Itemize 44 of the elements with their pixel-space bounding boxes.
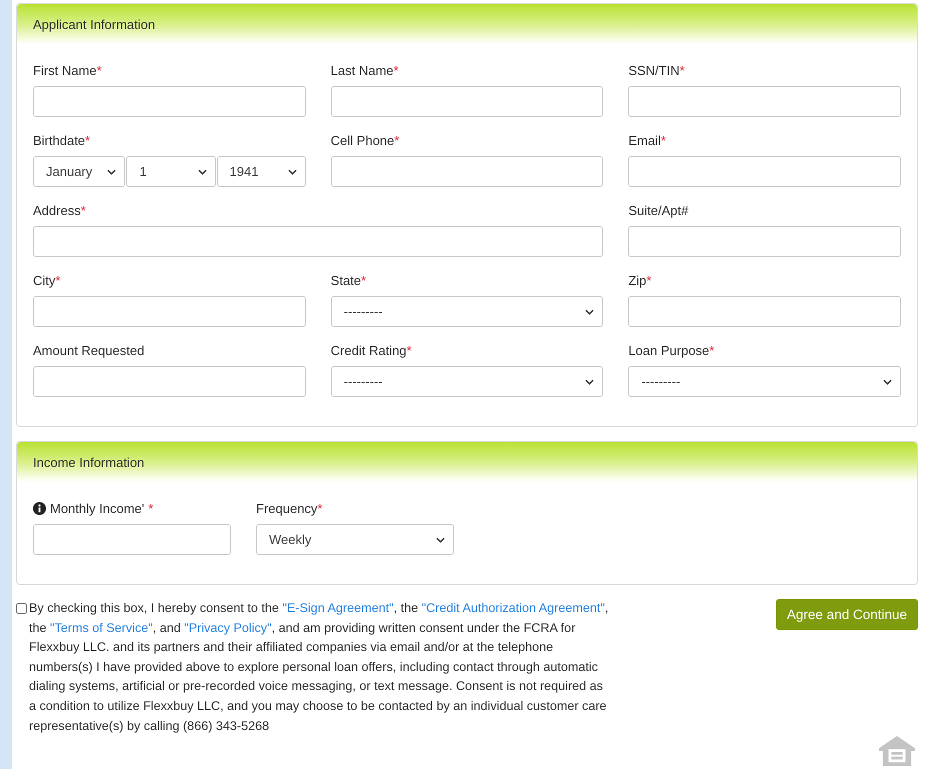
required-mark: *: [85, 132, 90, 148]
select-field[interactable]: 1: [126, 156, 216, 187]
agreement-link[interactable]: "E-Sign Agreement": [282, 601, 394, 615]
field-label: City: [33, 272, 56, 288]
field-label: Address: [33, 202, 81, 218]
required-mark: *: [96, 62, 102, 78]
agreement-link[interactable]: "Credit Authorization Agreement": [422, 601, 605, 615]
field-label: Monthly Income': [50, 500, 144, 516]
select-field[interactable]: Weekly: [256, 524, 454, 555]
field-label: SSN/TIN: [628, 62, 680, 78]
select-field[interactable]: ---------: [330, 366, 604, 397]
required-mark: *: [646, 272, 652, 288]
required-mark: *: [406, 342, 412, 358]
required-mark: *: [148, 500, 154, 516]
field-label: First Name: [33, 62, 97, 78]
select-field[interactable]: 1941: [216, 156, 306, 187]
field-label: State: [330, 272, 362, 288]
consent-text: By checking this box, I hereby consent to the "E-Sign Agreement", the "Credit Authorization Agreement", the "Terms of Service", and "Privacy Policy", and am providing written consent under the FCRA for Flexxbuy LLC. and its partners and their affiliated companies via email and/or at the telephone numbers(s) I have provided above to explore personal loan offers, including contact through automatic dialing systems, artificial or pre-recorded voice messaging, or text message. Consent is not required as a condition to utilize Flexxbuy LLC, and you may choose to be contacted by an individual customer care representative(s) by calling (866) 343-5268: [29, 600, 610, 735]
field-label: Last Name: [330, 62, 394, 78]
field-label: Suite/Apt#: [628, 202, 688, 218]
required-mark: *: [680, 62, 685, 78]
field-label: Credit Rating: [330, 342, 407, 358]
panel-title: Income Information: [33, 454, 144, 470]
required-mark: *: [317, 500, 322, 516]
panel-title: Applicant Information: [33, 16, 156, 32]
select-field[interactable]: ---------: [330, 296, 604, 327]
required-mark: *: [394, 62, 399, 78]
field-label: Email: [628, 132, 661, 148]
field-label: Amount Requested: [33, 342, 144, 358]
field-label: Cell Phone: [330, 132, 394, 148]
agreement-link[interactable]: "Terms of Service": [50, 620, 153, 635]
required-mark: *: [709, 342, 714, 358]
required-mark: *: [80, 202, 86, 218]
field-label: Loan Purpose: [628, 342, 710, 358]
required-mark: *: [394, 132, 400, 148]
required-mark: *: [55, 272, 60, 288]
field-label: Frequency: [256, 500, 318, 516]
required-mark: *: [660, 132, 666, 148]
select-field[interactable]: ---------: [628, 366, 901, 397]
agreement-link[interactable]: "Privacy Policy": [184, 620, 272, 635]
field-label: Birthdate: [33, 132, 86, 148]
field-label: Zip: [628, 272, 646, 288]
required-mark: *: [361, 272, 366, 288]
select-field[interactable]: January: [33, 156, 126, 187]
